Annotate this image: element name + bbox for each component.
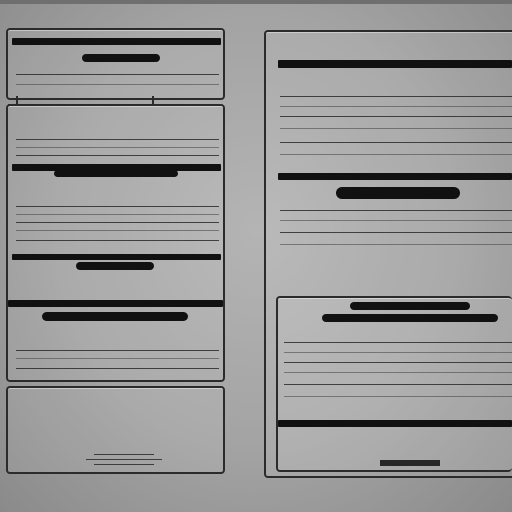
- left-panel-top-header-bar: [12, 38, 221, 45]
- right-rule: [280, 106, 512, 107]
- right-rule: [280, 116, 512, 117]
- right-rule: [280, 142, 512, 143]
- left-panel-main-rule: [16, 155, 219, 156]
- left-panel-main-rule: [16, 368, 219, 369]
- left-panel-emblem-ornament: [94, 454, 154, 455]
- page-canvas: [0, 0, 512, 512]
- right-rule: [280, 96, 512, 97]
- left-panel-main-rule: [16, 230, 219, 231]
- left-panel-main: [6, 104, 225, 382]
- left-panel-main-capsule: [42, 312, 188, 321]
- right-inner-panel: [276, 296, 512, 472]
- left-panel-main-rule: [16, 240, 219, 241]
- right-inner-rule: [284, 396, 512, 397]
- right-rule: [280, 220, 512, 221]
- left-panel-main-capsule: [54, 170, 178, 177]
- right-inner-bar: [278, 420, 512, 427]
- left-panel-top-rule: [16, 74, 219, 75]
- right-section-title-capsule: [336, 187, 460, 199]
- left-panel-main-rule: [16, 350, 219, 351]
- left-panel-main-rule: [16, 358, 219, 359]
- right-rule: [280, 232, 512, 233]
- left-panel-main-rule: [16, 139, 219, 140]
- left-panel-main-bar: [12, 254, 221, 260]
- left-panel-main-rule: [16, 214, 219, 215]
- right-inner-ornament: [380, 460, 440, 466]
- left-panel-main-rule: [16, 147, 219, 148]
- right-inner-rule: [284, 372, 512, 373]
- left-panel-emblem-ornament: [94, 464, 154, 465]
- left-panel-main-footer-capsule: [76, 262, 154, 270]
- left-panel-emblem-ornament: [86, 459, 162, 460]
- right-rule: [280, 244, 512, 245]
- right-inner-rule: [284, 342, 512, 343]
- right-section-bar: [278, 173, 512, 180]
- top-border: [0, 0, 512, 4]
- right-header-bar: [278, 60, 512, 68]
- left-panel-top: [6, 28, 225, 100]
- right-inner-rule: [284, 362, 512, 363]
- right-inner-rule: [284, 384, 512, 385]
- right-rule: [280, 128, 512, 129]
- right-inner-capsule: [350, 302, 470, 310]
- left-panel-main-rule: [16, 206, 219, 207]
- left-panel-top-subheader-capsule: [82, 54, 160, 62]
- left-panel-emblem: [6, 386, 225, 474]
- left-panel-main-bar: [8, 300, 223, 307]
- right-inner-rule: [284, 352, 512, 353]
- right-inner-capsule: [322, 314, 498, 322]
- right-rule: [280, 210, 512, 211]
- left-panel-main-rule: [16, 222, 219, 223]
- left-panel-top-rule: [16, 84, 219, 85]
- right-rule: [280, 154, 512, 155]
